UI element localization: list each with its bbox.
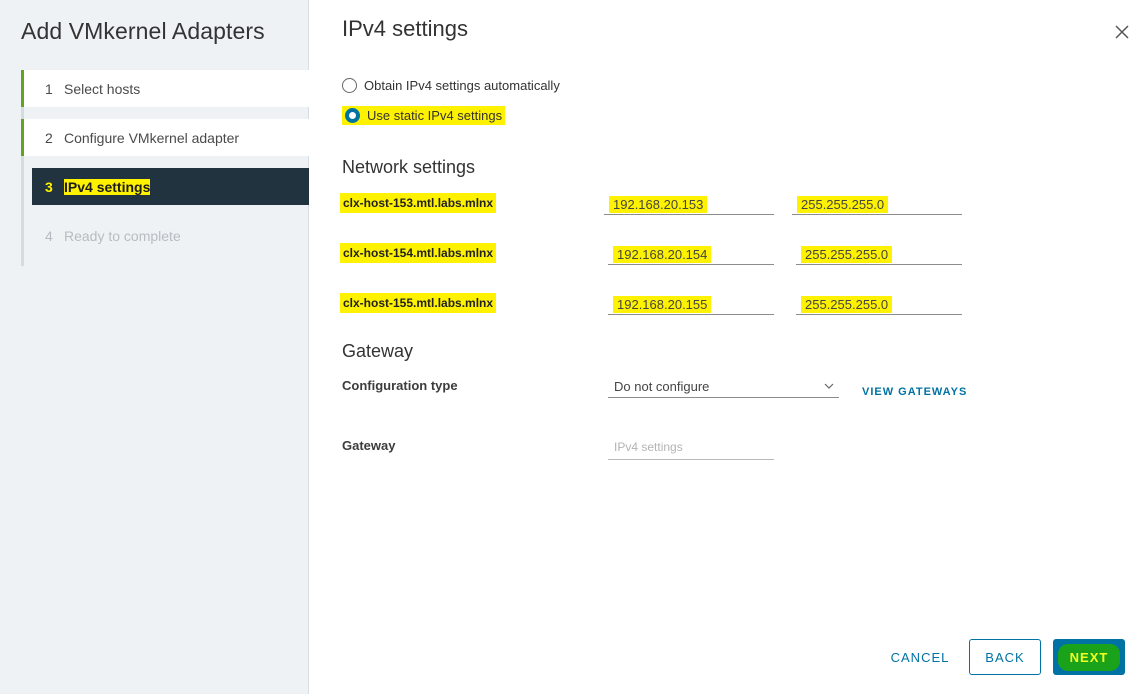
radio-label: Use static IPv4 settings: [367, 108, 503, 123]
wizard-steps: 1 Select hosts 2 Configure VMkernel adap…: [21, 70, 309, 266]
ip-address-field[interactable]: 192.168.20.155: [608, 293, 774, 315]
host-name: clx-host-155.mtl.labs.mlnx: [340, 293, 497, 313]
step-label: Configure VMkernel adapter: [64, 129, 240, 146]
configuration-type-select[interactable]: Do not configure: [608, 376, 839, 398]
wizard-sidebar: Add VMkernel Adapters 1 Select hosts 2 C…: [0, 0, 309, 694]
step-number: 3: [45, 178, 53, 195]
ip-address-field[interactable]: 192.168.20.154: [608, 243, 774, 265]
radio-button[interactable]: [342, 78, 357, 93]
configuration-type-label: Configuration type: [342, 378, 458, 393]
subnet-mask-field[interactable]: 255.255.255.0: [796, 243, 962, 265]
view-gateways-link[interactable]: VIEW GATEWAYS: [862, 386, 967, 398]
radio-use-static[interactable]: Use static IPv4 settings: [342, 106, 506, 125]
step-label: IPv4 settings: [64, 178, 151, 195]
step-ipv4-settings[interactable]: 3 IPv4 settings: [32, 168, 309, 205]
step-label: Ready to complete: [64, 227, 181, 244]
ip-address-field[interactable]: 192.168.20.153: [604, 193, 774, 215]
radio-obtain-automatically[interactable]: Obtain IPv4 settings automatically: [342, 78, 560, 93]
next-button[interactable]: NEXT: [1053, 639, 1125, 675]
step-number: 1: [45, 80, 53, 97]
step-select-hosts[interactable]: 1 Select hosts: [21, 70, 309, 107]
step-label: Select hosts: [64, 80, 141, 97]
step-configure-vmkernel-adapter[interactable]: 2 Configure VMkernel adapter: [21, 119, 309, 156]
host-name: clx-host-153.mtl.labs.mlnx: [340, 193, 497, 213]
cancel-button[interactable]: CANCEL: [880, 639, 960, 675]
radio-label: Obtain IPv4 settings automatically: [364, 78, 560, 93]
step-number: 4: [45, 227, 53, 244]
next-button-label: NEXT: [1057, 643, 1121, 671]
subnet-mask-field[interactable]: 255.255.255.0: [792, 193, 962, 215]
gateway-input[interactable]: IPv4 settings: [608, 436, 774, 460]
host-name: clx-host-154.mtl.labs.mlnx: [340, 243, 497, 263]
close-icon[interactable]: [1112, 22, 1132, 42]
chevron-down-icon: [824, 379, 834, 389]
page-title: IPv4 settings: [342, 16, 468, 41]
radio-button-checked[interactable]: [345, 108, 360, 123]
step-ready-to-complete: 4 Ready to complete: [24, 217, 309, 254]
network-settings-heading: Network settings: [342, 157, 476, 177]
subnet-mask-field[interactable]: 255.255.255.0: [796, 293, 962, 315]
back-button[interactable]: BACK: [969, 639, 1041, 675]
gateway-label: Gateway: [342, 438, 396, 453]
wizard-title: Add VMkernel Adapters: [21, 18, 265, 44]
select-value: Do not configure: [614, 379, 710, 394]
step-number: 2: [45, 129, 53, 146]
gateway-heading: Gateway: [342, 341, 414, 361]
